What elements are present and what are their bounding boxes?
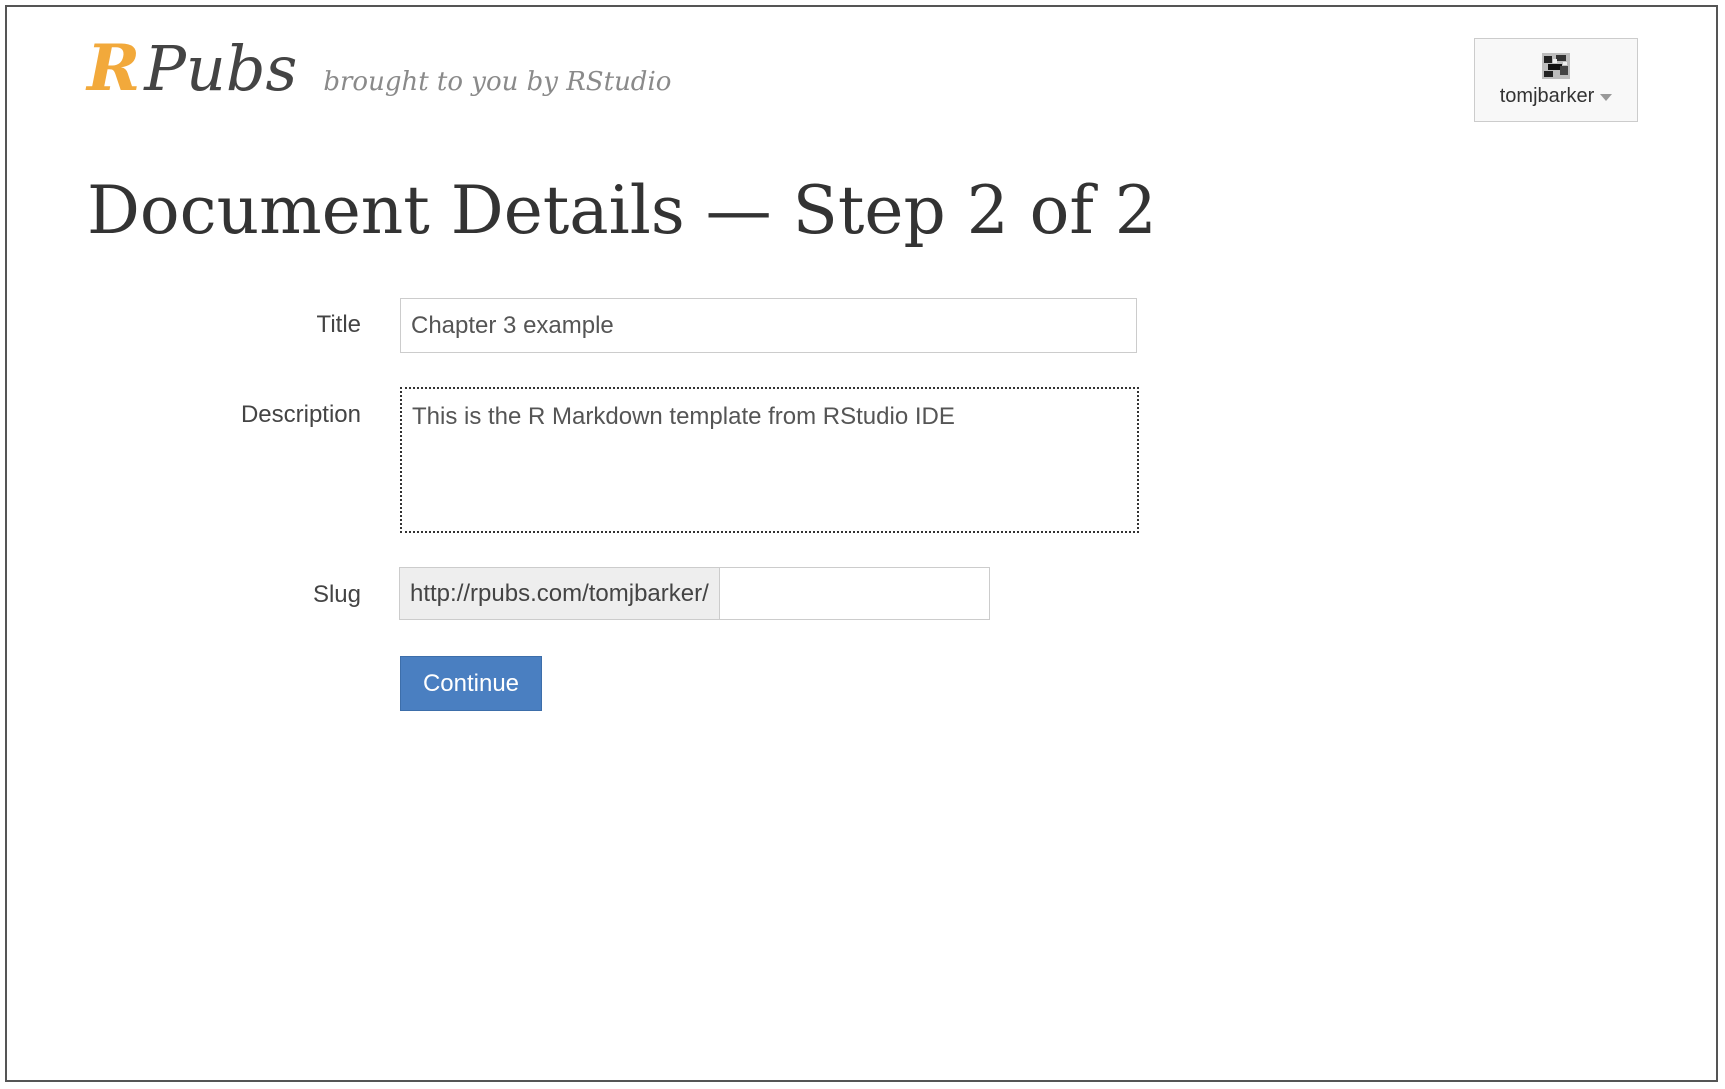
description-label: Description xyxy=(240,401,361,428)
page-title: Document Details — Step 2 of 2 xyxy=(87,172,1157,249)
slug-prefix: http://rpubs.com/tomjbarker/ xyxy=(399,567,720,620)
title-input[interactable] xyxy=(400,298,1137,353)
page-frame: R Pubs brought to you by RStudio tomjbar… xyxy=(5,5,1718,1082)
continue-button[interactable]: Continue xyxy=(400,656,542,711)
avatar-icon xyxy=(1542,52,1570,79)
rpubs-logo[interactable]: R Pubs brought to you by RStudio xyxy=(87,37,671,101)
user-row: tomjbarker xyxy=(1499,84,1613,108)
logo-tagline: brought to you by RStudio xyxy=(323,67,672,97)
username: tomjbarker xyxy=(1499,84,1595,107)
user-menu-button[interactable]: tomjbarker xyxy=(1474,38,1638,122)
title-label: Title xyxy=(316,311,361,338)
description-textarea[interactable]: This is the R Markdown template from RSt… xyxy=(400,387,1139,533)
logo-r: R xyxy=(87,31,141,106)
slug-label: Slug xyxy=(312,581,361,608)
caret-down-icon xyxy=(1600,93,1613,101)
slug-input-group: http://rpubs.com/tomjbarker/ xyxy=(399,567,990,620)
logo-pubs: Pubs xyxy=(144,32,298,105)
slug-input[interactable] xyxy=(719,567,990,620)
